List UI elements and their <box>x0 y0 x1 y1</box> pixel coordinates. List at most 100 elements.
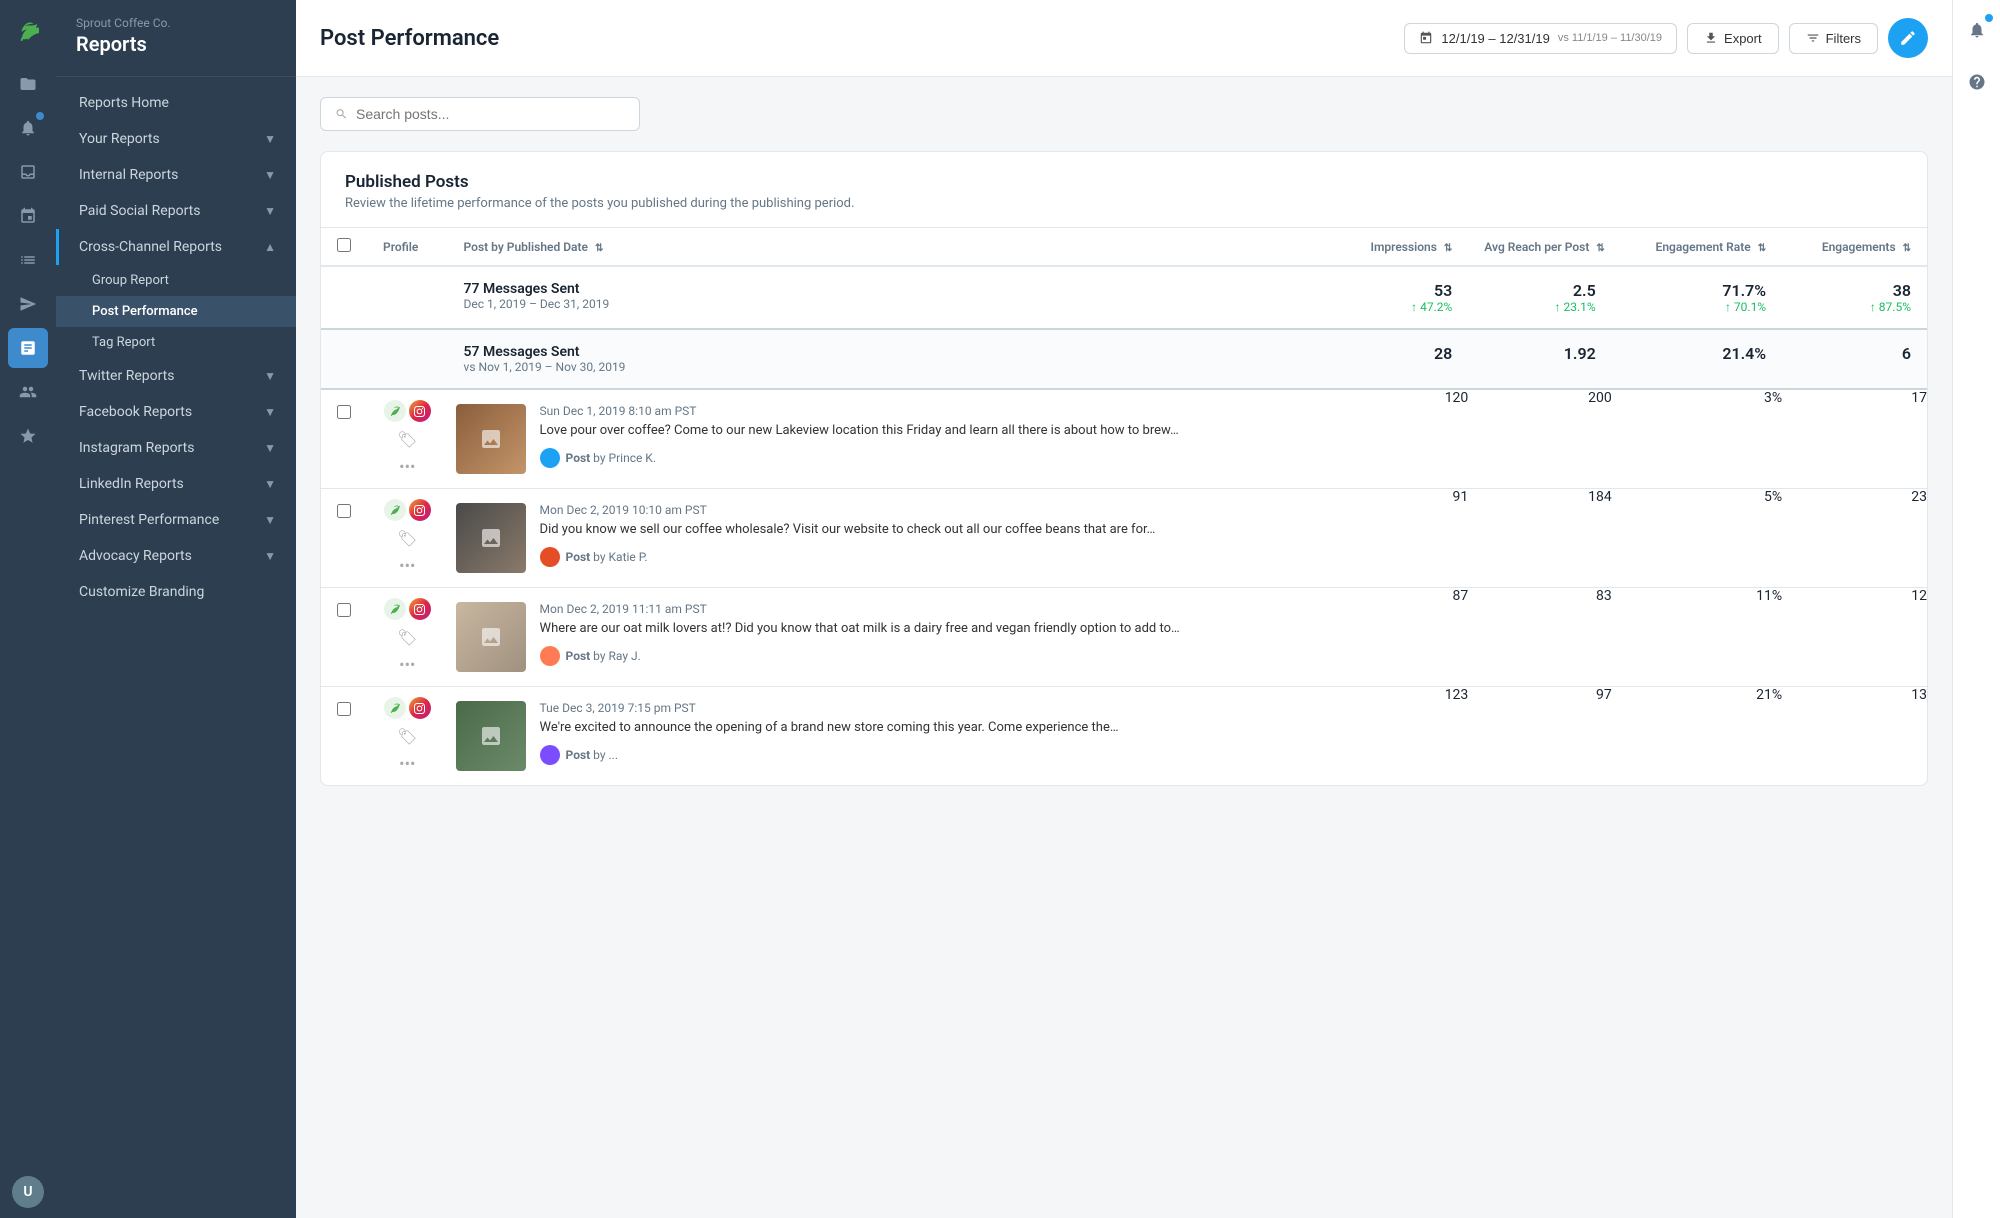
sidebar-item-paid-social[interactable]: Paid Social Reports ▼ <box>56 193 296 229</box>
tag-icon[interactable]: 🏷 <box>397 727 417 746</box>
table-row: 🏷 ••• Tue Dec 3, 2019 7:15 pm PST We're … <box>321 687 1927 786</box>
summary-engrate-change: ↑ 70.1% <box>1628 300 1766 314</box>
summary-current-row: 77 Messages Sent Dec 1, 2019 – Dec 31, 2… <box>321 266 1927 329</box>
sidebar-item-reports-home[interactable]: Reports Home <box>56 85 296 121</box>
sort-icon[interactable]: ⇅ <box>1903 243 1911 254</box>
instagram-platform-icon <box>409 499 431 521</box>
rail-icon-notifications[interactable] <box>8 108 48 148</box>
table-row: 🏷 ••• Mon Dec 2, 2019 11:11 am PST Where… <box>321 588 1927 687</box>
tag-icon[interactable]: 🏷 <box>397 430 417 449</box>
sidebar-item-twitter[interactable]: Twitter Reports ▼ <box>56 358 296 394</box>
sidebar-item-linkedin[interactable]: LinkedIn Reports ▼ <box>56 466 296 502</box>
instagram-platform-icon <box>409 598 431 620</box>
post-checkbox[interactable] <box>337 603 351 617</box>
rail-icon-sprout[interactable] <box>8 12 48 52</box>
th-checkbox <box>321 228 367 266</box>
rail-icon-folder[interactable] <box>8 64 48 104</box>
summary-engrate-val: 71.7% <box>1628 281 1766 300</box>
sidebar-item-pinterest[interactable]: Pinterest Performance ▼ <box>56 502 296 538</box>
tag-icon[interactable]: 🏷 <box>397 529 417 548</box>
post-author: Post by Ray J. <box>540 646 1325 666</box>
post-engagement-rate: 5% <box>1612 489 1782 588</box>
sidebar-item-internal-reports[interactable]: Internal Reports ▼ <box>56 157 296 193</box>
post-checkbox[interactable] <box>337 702 351 716</box>
sidebar-item-customize-branding[interactable]: Customize Branding <box>56 574 296 610</box>
post-checkbox[interactable] <box>337 504 351 518</box>
date-range-text: 12/1/19 – 12/31/19 <box>1441 31 1549 46</box>
company-name: Sprout Coffee Co. <box>76 16 276 30</box>
sidebar-item-instagram[interactable]: Instagram Reports ▼ <box>56 430 296 466</box>
coffee-platform-icon <box>384 400 406 422</box>
filters-button[interactable]: Filters <box>1789 23 1878 54</box>
sort-icon[interactable]: ⇅ <box>1758 243 1766 254</box>
compose-button[interactable] <box>1888 18 1928 58</box>
rail-icon-list[interactable] <box>8 240 48 280</box>
summary-eng-val: 38 <box>1798 281 1911 300</box>
post-avg-reach: 200 <box>1468 389 1611 489</box>
post-date: Mon Dec 2, 2019 10:10 am PST <box>540 503 1325 517</box>
sidebar-item-advocacy[interactable]: Advocacy Reports ▼ <box>56 538 296 574</box>
instagram-platform-icon <box>409 400 431 422</box>
summary-impressions-change: ↑ 47.2% <box>1348 300 1452 314</box>
post-engagement-rate: 3% <box>1612 389 1782 489</box>
post-engagement-rate: 21% <box>1612 687 1782 786</box>
icon-rail: U <box>0 0 56 1218</box>
rail-icon-star[interactable] <box>8 416 48 456</box>
sort-icon[interactable]: ⇅ <box>595 243 603 254</box>
more-options-icon[interactable]: ••• <box>399 556 415 575</box>
rail-icon-inbox[interactable] <box>8 152 48 192</box>
post-impressions: 87 <box>1332 588 1468 687</box>
user-avatar-rail[interactable]: U <box>8 1178 48 1218</box>
right-rail-notifications[interactable] <box>1959 12 1995 48</box>
sidebar-item-your-reports[interactable]: Your Reports ▼ <box>56 121 296 157</box>
post-info: Tue Dec 3, 2019 7:15 pm PST We're excite… <box>540 701 1325 765</box>
summary-prev-row: 57 Messages Sent vs Nov 1, 2019 – Nov 30… <box>321 329 1927 389</box>
th-avg-reach: Avg Reach per Post ⇅ <box>1468 228 1611 266</box>
coffee-platform-icon <box>384 697 406 719</box>
post-author: Post by ... <box>540 745 1325 765</box>
tag-icon[interactable]: 🏷 <box>397 628 417 647</box>
post-engagements: 13 <box>1782 687 1927 786</box>
right-notification-badge <box>1985 14 1993 22</box>
chevron-icon: ▲ <box>264 240 276 254</box>
more-options-icon[interactable]: ••• <box>399 457 415 476</box>
sidebar: Sprout Coffee Co. Reports Reports Home Y… <box>56 0 296 1218</box>
post-checkbox[interactable] <box>337 405 351 419</box>
chevron-icon: ▼ <box>264 549 276 563</box>
sidebar-item-facebook[interactable]: Facebook Reports ▼ <box>56 394 296 430</box>
select-all-checkbox[interactable] <box>337 238 351 252</box>
more-options-icon[interactable]: ••• <box>399 754 415 773</box>
post-impressions: 123 <box>1332 687 1468 786</box>
sidebar-header: Sprout Coffee Co. Reports <box>56 0 296 77</box>
date-range-button[interactable]: 12/1/19 – 12/31/19 vs 11/1/19 – 11/30/19 <box>1404 23 1677 54</box>
right-rail-help[interactable] <box>1959 64 1995 100</box>
rail-icon-analytics[interactable] <box>8 328 48 368</box>
post-text: Love pour over coffee? Come to our new L… <box>540 422 1325 440</box>
posts-table: Profile Post by Published Date ⇅ Impress… <box>321 228 1927 785</box>
sidebar-subitem-post-performance[interactable]: Post Performance <box>56 296 296 327</box>
summary-prev-label: 57 Messages Sent <box>464 344 1317 360</box>
sidebar-subitem-group-report[interactable]: Group Report <box>56 265 296 296</box>
instagram-platform-icon <box>409 697 431 719</box>
page-header: Post Performance 12/1/19 – 12/31/19 vs 1… <box>296 0 1952 77</box>
rail-icon-send[interactable] <box>8 284 48 324</box>
page-title: Post Performance <box>320 26 499 51</box>
post-author: Post by Prince K. <box>540 448 1325 468</box>
post-avg-reach: 184 <box>1468 489 1611 588</box>
sort-icon[interactable]: ⇅ <box>1444 243 1452 254</box>
header-actions: 12/1/19 – 12/31/19 vs 11/1/19 – 11/30/19… <box>1404 18 1928 58</box>
post-author: Post by Katie P. <box>540 547 1325 567</box>
sort-icon[interactable]: ⇅ <box>1596 243 1604 254</box>
post-text: We're excited to announce the opening of… <box>540 719 1325 737</box>
rail-icon-people[interactable] <box>8 372 48 412</box>
sidebar-subitem-tag-report[interactable]: Tag Report <box>56 327 296 358</box>
rail-icon-pin[interactable] <box>8 196 48 236</box>
search-input[interactable] <box>356 106 625 122</box>
th-engagement-rate: Engagement Rate ⇅ <box>1612 228 1782 266</box>
chevron-icon: ▼ <box>264 204 276 218</box>
export-button[interactable]: Export <box>1687 23 1779 54</box>
more-options-icon[interactable]: ••• <box>399 655 415 674</box>
content-area: Published Posts Review the lifetime perf… <box>296 77 1952 1218</box>
card-description: Review the lifetime performance of the p… <box>345 196 1903 211</box>
sidebar-item-cross-channel[interactable]: Cross-Channel Reports ▲ <box>56 229 296 265</box>
